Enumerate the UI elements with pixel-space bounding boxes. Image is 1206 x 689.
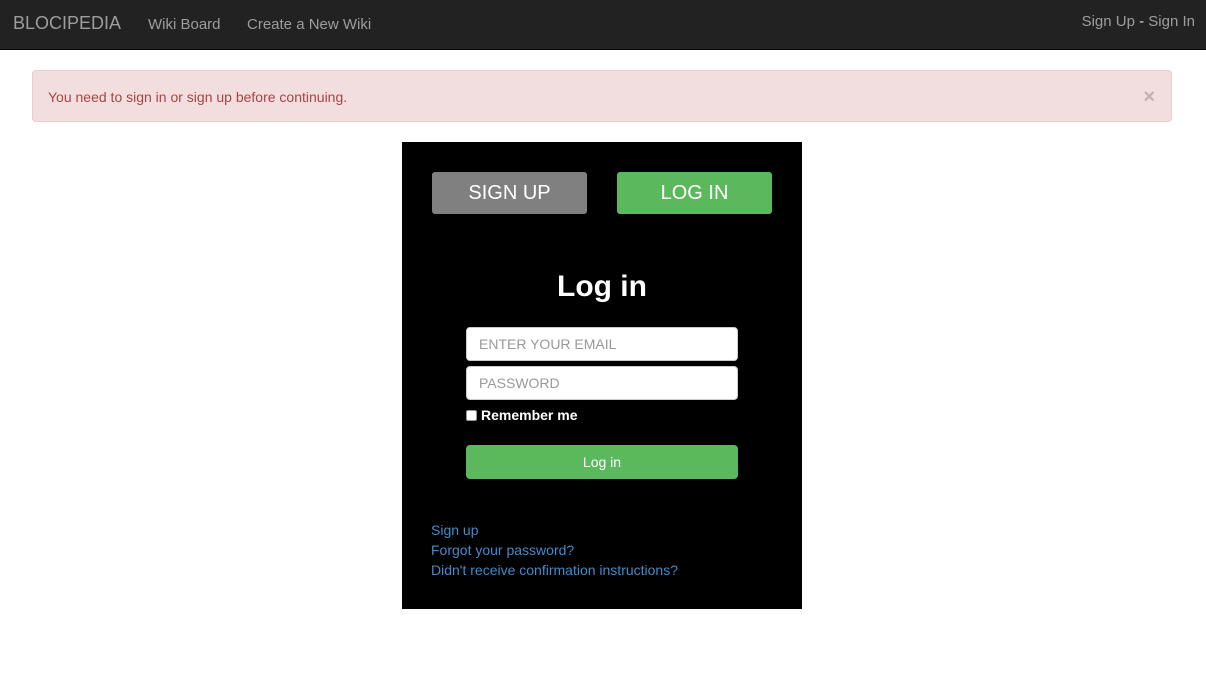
email-field[interactable] — [466, 327, 738, 361]
remember-me-label: Remember me — [481, 407, 578, 423]
auth-links: Sign Up - Sign In — [1082, 13, 1195, 30]
log-in-tab-button[interactable]: LOG IN — [617, 172, 772, 214]
log-in-submit-button[interactable]: Log in — [466, 445, 738, 479]
top-navbar: BLOCIPEDIA Wiki Board Create a New Wiki … — [0, 0, 1206, 50]
nav-sign-up-link[interactable]: Sign Up — [1082, 13, 1135, 30]
remember-me-checkbox[interactable] — [466, 409, 477, 421]
brand-logo[interactable]: BLOCIPEDIA — [13, 13, 121, 34]
remember-me-row: Remember me — [466, 407, 578, 423]
form-heading: Log in — [557, 270, 647, 303]
auth-separator: - — [1139, 13, 1145, 30]
nav-sign-in-link[interactable]: Sign In — [1148, 13, 1195, 30]
sign-up-tab-button[interactable]: SIGN UP — [432, 172, 587, 214]
forgot-password-link[interactable]: Forgot your password? — [431, 540, 678, 560]
nav-link-create-wiki[interactable]: Create a New Wiki — [247, 16, 371, 33]
close-icon[interactable]: × — [1143, 87, 1155, 107]
confirmation-instructions-link[interactable]: Didn't receive confirmation instructions… — [431, 560, 678, 580]
password-field[interactable] — [466, 366, 738, 400]
auth-help-links: Sign up Forgot your password? Didn't rec… — [431, 520, 678, 580]
nav-link-wiki-board[interactable]: Wiki Board — [148, 16, 221, 33]
alert-message: You need to sign in or sign up before co… — [48, 89, 348, 105]
sign-up-link[interactable]: Sign up — [431, 520, 678, 540]
alert-banner: You need to sign in or sign up before co… — [32, 70, 1172, 122]
auth-panel: SIGN UP LOG IN Log in Remember me Log in… — [402, 142, 802, 609]
